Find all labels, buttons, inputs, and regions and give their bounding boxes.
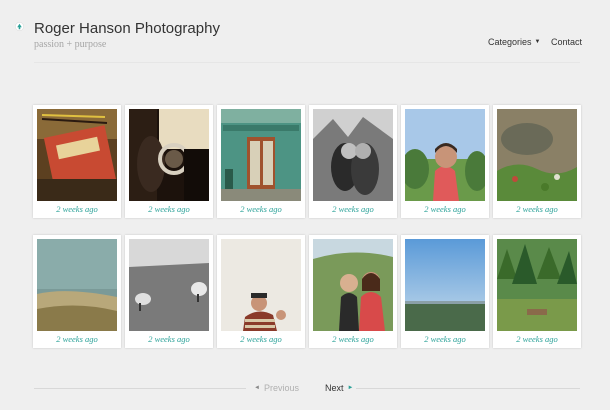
photo-card[interactable]: 2 weeks ago <box>33 235 121 348</box>
photo-card[interactable]: 2 weeks ago <box>125 105 213 218</box>
photo-card[interactable]: 2 weeks ago <box>401 235 489 348</box>
photo-date[interactable]: 2 weeks ago <box>33 204 121 214</box>
photo-date[interactable]: 2 weeks ago <box>309 204 397 214</box>
photo-thumbnail[interactable] <box>497 239 577 331</box>
photo-date[interactable]: 2 weeks ago <box>401 204 489 214</box>
photo-thumbnail[interactable] <box>221 239 301 331</box>
photo-date[interactable]: 2 weeks ago <box>493 334 581 344</box>
photo-date[interactable]: 2 weeks ago <box>125 334 213 344</box>
site-tagline: passion + purpose <box>34 39 107 50</box>
photo-card[interactable]: 2 weeks ago <box>125 235 213 348</box>
pagination-next[interactable]: Next ► <box>325 383 353 393</box>
photo-card[interactable]: 2 weeks ago <box>309 105 397 218</box>
photo-card[interactable]: 2 weeks ago <box>217 235 305 348</box>
pagination-previous[interactable]: ◄ Previous <box>254 383 299 393</box>
nav-categories-label: Categories <box>488 37 532 47</box>
photo-thumbnail[interactable] <box>129 239 209 331</box>
photo-date[interactable]: 2 weeks ago <box>309 334 397 344</box>
photo-date[interactable]: 2 weeks ago <box>125 204 213 214</box>
photo-date[interactable]: 2 weeks ago <box>493 204 581 214</box>
photo-date[interactable]: 2 weeks ago <box>217 334 305 344</box>
photo-card[interactable]: 2 weeks ago <box>217 105 305 218</box>
photo-date[interactable]: 2 weeks ago <box>217 204 305 214</box>
photo-date[interactable]: 2 weeks ago <box>33 334 121 344</box>
header-divider <box>34 62 580 63</box>
photo-thumbnail[interactable] <box>37 109 117 201</box>
photo-thumbnail[interactable] <box>405 109 485 201</box>
pagination-previous-label: Previous <box>263 383 299 393</box>
photo-card[interactable]: 2 weeks ago <box>33 105 121 218</box>
photo-card[interactable]: 2 weeks ago <box>401 105 489 218</box>
photo-thumbnail[interactable] <box>405 239 485 331</box>
photo-thumbnail[interactable] <box>313 109 393 201</box>
photo-thumbnail[interactable] <box>313 239 393 331</box>
photo-thumbnail[interactable] <box>129 109 209 201</box>
photo-thumbnail[interactable] <box>221 109 301 201</box>
previous-arrow-icon: ◄ <box>254 385 260 391</box>
next-arrow-icon: ► <box>347 385 354 391</box>
teal-pin-icon[interactable] <box>15 22 24 31</box>
nav-categories[interactable]: Categories ▼ <box>488 37 540 47</box>
pagination-divider-right <box>356 388 580 389</box>
pagination-next-label: Next <box>325 383 344 393</box>
photo-date[interactable]: 2 weeks ago <box>401 334 489 344</box>
nav-contact[interactable]: Contact <box>551 37 582 47</box>
site-title[interactable]: Roger Hanson Photography <box>34 20 220 37</box>
pagination-divider-left <box>34 388 246 389</box>
photo-card[interactable]: 2 weeks ago <box>493 105 581 218</box>
photo-card[interactable]: 2 weeks ago <box>309 235 397 348</box>
caret-down-icon: ▼ <box>534 39 541 45</box>
photo-card[interactable]: 2 weeks ago <box>493 235 581 348</box>
photo-thumbnail[interactable] <box>37 239 117 331</box>
photo-thumbnail[interactable] <box>497 109 577 201</box>
